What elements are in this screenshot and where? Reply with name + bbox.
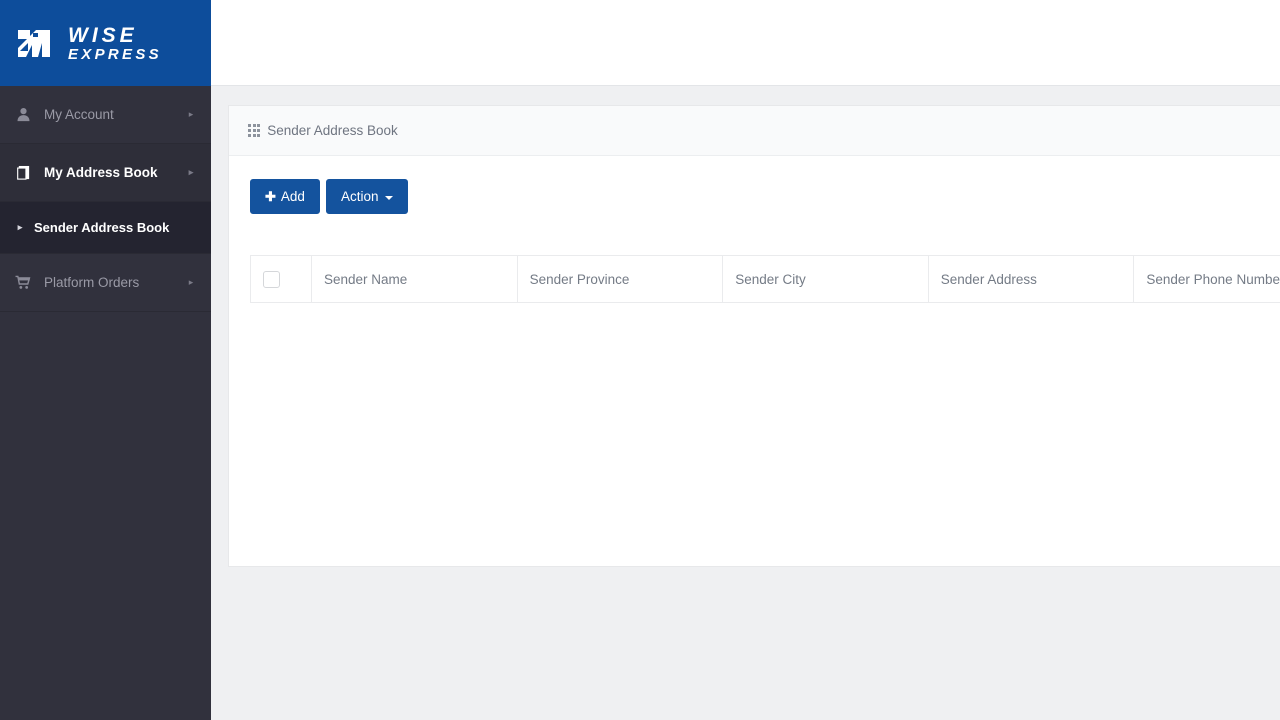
chevron-right-icon: ▸ (188, 167, 194, 177)
brand-logo[interactable]: WISE EXPRESS (0, 0, 211, 86)
column-header-sender-name[interactable]: Sender Name (311, 255, 518, 303)
sidebar-item-platform-orders[interactable]: Platform Orders ▸ (0, 254, 211, 312)
user-icon (12, 107, 34, 122)
bullet-arrow-icon: ▸ (17, 222, 23, 232)
sidebar-item-sender-address-book[interactable]: ▸ Sender Address Book (0, 202, 211, 254)
table-header: Sender Name Sender Province Sender City … (250, 255, 1280, 303)
column-header-sender-city[interactable]: Sender City (722, 255, 929, 303)
toolbar: ✚ Add Action (250, 179, 1280, 214)
chevron-down-icon (385, 195, 394, 200)
content-wrapper: Sender Address Book ✚ Add Action Sender … (211, 86, 1280, 567)
column-header-sender-address[interactable]: Sender Address (927, 255, 1135, 303)
panel-body: ✚ Add Action Sender Name Sender Province… (229, 156, 1280, 303)
sidebar: WISE EXPRESS My Account ▸ My Address Boo… (0, 0, 211, 720)
sidebar-item-label: My Address Book (44, 165, 158, 180)
plus-icon: ✚ (265, 189, 276, 204)
sidebar-item-label: My Account (44, 107, 114, 122)
select-all-checkbox[interactable] (263, 270, 280, 288)
main-area: Sender Address Book ✚ Add Action Sender … (211, 0, 1280, 720)
table-header-row: Sender Name Sender Province Sender City … (250, 255, 1280, 303)
select-all-header-cell (250, 255, 312, 303)
sidebar-item-label: Platform Orders (44, 275, 140, 290)
action-dropdown-button[interactable]: Action (325, 179, 409, 214)
column-header-sender-province[interactable]: Sender Province (516, 255, 724, 303)
sender-address-book-panel: Sender Address Book ✚ Add Action Sender … (228, 105, 1280, 567)
action-button-label: Action (340, 188, 379, 204)
add-button-label: Add (280, 188, 305, 204)
chevron-right-icon: ▸ (188, 277, 194, 287)
chevron-right-icon: ▸ (188, 109, 194, 119)
wise-express-logo-icon (12, 21, 56, 65)
top-header-bar (211, 0, 1280, 86)
sidebar-item-my-account[interactable]: My Account ▸ (0, 86, 211, 144)
column-header-sender-phone-number[interactable]: Sender Phone Number (1133, 255, 1280, 303)
book-icon (12, 165, 34, 181)
brand-line-2: EXPRESS (68, 45, 162, 63)
panel-heading: Sender Address Book (229, 106, 1280, 156)
sidebar-nav: My Account ▸ My Address Book ▸ ▸ Sender … (0, 86, 211, 312)
brand-wordmark: WISE EXPRESS (68, 24, 163, 63)
sender-address-table: Sender Name Sender Province Sender City … (250, 255, 1280, 303)
cart-icon (12, 275, 34, 290)
add-button[interactable]: ✚ Add (250, 179, 320, 214)
sidebar-item-my-address-book[interactable]: My Address Book ▸ (0, 144, 211, 202)
brand-line-1: WISE (68, 23, 138, 47)
grid-icon (248, 124, 261, 137)
sidebar-item-label: Sender Address Book (34, 220, 170, 235)
page-root: WISE EXPRESS My Account ▸ My Address Boo… (0, 0, 1280, 720)
page-title: Sender Address Book (267, 123, 398, 138)
